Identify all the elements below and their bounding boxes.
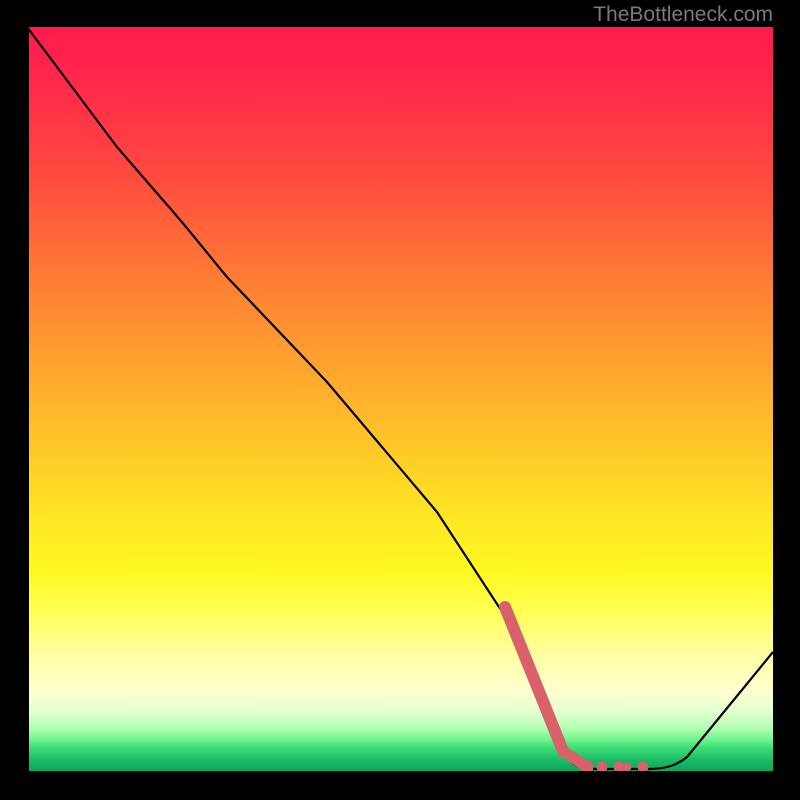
watermark-text: TheBottleneck.com: [593, 3, 773, 27]
plot-area: [27, 27, 773, 773]
chart-container: TheBottleneck.com: [0, 0, 800, 800]
highlight-segment: [505, 607, 648, 773]
main-curve: [27, 27, 773, 769]
chart-svg: [27, 27, 773, 773]
